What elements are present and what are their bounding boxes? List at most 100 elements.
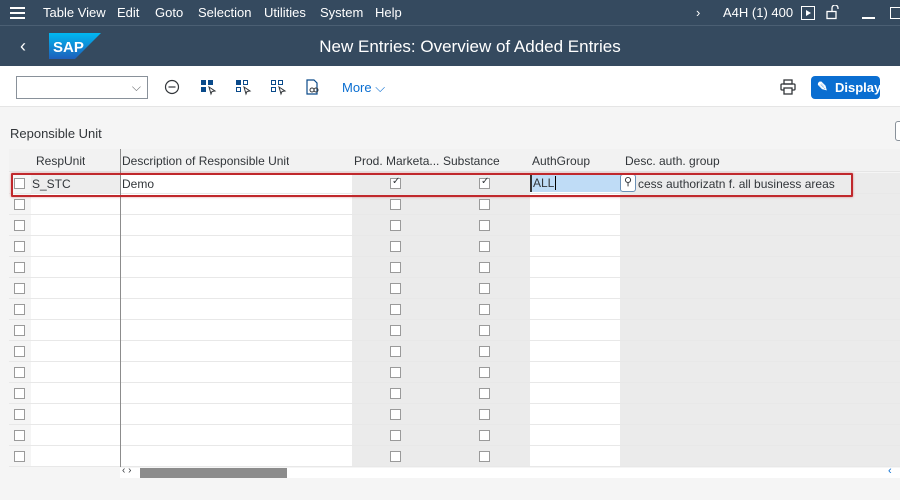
menu-help[interactable]: Help <box>375 5 402 20</box>
description-cell[interactable] <box>121 236 352 256</box>
description-cell[interactable] <box>121 278 352 298</box>
substance-checkbox[interactable] <box>479 304 490 315</box>
authgroup-cell[interactable] <box>530 194 620 214</box>
print-preview-icon[interactable] <box>304 78 322 96</box>
substance-checkbox[interactable] <box>479 430 490 441</box>
description-cell[interactable] <box>121 341 352 361</box>
description-cell[interactable] <box>121 320 352 340</box>
col-header-respunit[interactable]: RespUnit <box>36 154 85 168</box>
authgroup-cell[interactable] <box>530 425 620 445</box>
row-select-checkbox[interactable] <box>14 388 25 399</box>
select-block-icon[interactable] <box>234 78 252 96</box>
substance-checkbox[interactable] <box>479 220 490 231</box>
respunit-cell[interactable] <box>31 404 120 424</box>
prod-marketability-checkbox[interactable] <box>390 388 401 399</box>
scroll-left-right-icon[interactable]: ‹ › <box>122 465 131 476</box>
description-cell[interactable] <box>121 404 352 424</box>
row-select-checkbox[interactable] <box>14 430 25 441</box>
respunit-value[interactable]: S_STC <box>32 177 71 191</box>
substance-checkbox[interactable] <box>479 283 490 294</box>
respunit-cell[interactable] <box>31 278 120 298</box>
print-icon[interactable] <box>779 78 797 96</box>
unlock-icon[interactable] <box>826 5 840 20</box>
maximize-icon[interactable] <box>890 7 900 19</box>
description-cell[interactable] <box>121 173 352 193</box>
respunit-cell[interactable] <box>31 236 120 256</box>
action-dropdown[interactable]: ⌵ <box>16 76 148 99</box>
prod-marketability-checkbox[interactable] <box>390 304 401 315</box>
prod-marketability-checkbox[interactable] <box>390 241 401 252</box>
authgroup-cell[interactable] <box>530 446 620 466</box>
substance-checkbox[interactable] <box>479 262 490 273</box>
authgroup-cell[interactable] <box>530 299 620 319</box>
col-header-authgroup[interactable]: AuthGroup <box>532 154 590 168</box>
substance-checkbox[interactable] <box>479 199 490 210</box>
description-cell[interactable] <box>121 299 352 319</box>
substance-checkbox[interactable] <box>479 451 490 462</box>
col-header-desc-auth-group[interactable]: Desc. auth. group <box>625 154 720 168</box>
select-all-icon[interactable] <box>199 78 217 96</box>
substance-checkbox[interactable] <box>479 388 490 399</box>
prod-marketability-checkbox[interactable] <box>390 430 401 441</box>
authgroup-cell[interactable] <box>530 341 620 361</box>
table-settings-button[interactable] <box>895 121 900 141</box>
respunit-cell[interactable] <box>31 446 120 466</box>
prod-marketability-checkbox[interactable] <box>390 451 401 462</box>
respunit-cell[interactable] <box>31 362 120 382</box>
prod-marketability-checkbox[interactable] <box>390 409 401 420</box>
substance-checkbox[interactable] <box>479 367 490 378</box>
respunit-cell[interactable] <box>31 257 120 277</box>
delete-row-icon[interactable] <box>164 78 182 96</box>
chevron-right-icon[interactable]: › <box>696 5 700 20</box>
prod-marketability-checkbox[interactable] <box>390 176 401 189</box>
row-select-checkbox[interactable] <box>14 241 25 252</box>
authgroup-cell[interactable] <box>530 215 620 235</box>
description-cell[interactable] <box>121 425 352 445</box>
authgroup-cell[interactable] <box>530 257 620 277</box>
deselect-all-icon[interactable] <box>269 78 287 96</box>
authgroup-cell[interactable] <box>530 278 620 298</box>
col-header-prod-marketability[interactable]: Prod. Marketa... <box>354 154 439 168</box>
substance-checkbox[interactable] <box>479 409 490 420</box>
row-select-checkbox[interactable] <box>14 409 25 420</box>
description-cell[interactable] <box>121 215 352 235</box>
respunit-cell[interactable] <box>31 215 120 235</box>
col-header-substance[interactable]: Substance <box>443 154 500 168</box>
authgroup-cell[interactable] <box>530 320 620 340</box>
col-header-description[interactable]: Description of Responsible Unit <box>122 154 289 168</box>
row-select-checkbox[interactable] <box>14 346 25 357</box>
menu-table-view[interactable]: Table View <box>43 5 106 20</box>
prod-marketability-checkbox[interactable] <box>390 367 401 378</box>
scroll-left-icon[interactable]: ‹ <box>888 465 892 477</box>
authgroup-cell[interactable] <box>530 404 620 424</box>
respunit-cell[interactable] <box>31 425 120 445</box>
display-button[interactable]: ✎ Display <box>811 76 881 99</box>
prod-marketability-checkbox[interactable] <box>390 346 401 357</box>
row-select-checkbox[interactable] <box>14 178 25 189</box>
menu-utilities[interactable]: Utilities <box>264 5 306 20</box>
respunit-cell[interactable] <box>31 194 120 214</box>
substance-checkbox[interactable] <box>479 241 490 252</box>
row-select-checkbox[interactable] <box>14 304 25 315</box>
row-select-checkbox[interactable] <box>14 451 25 462</box>
prod-marketability-checkbox[interactable] <box>390 325 401 336</box>
respunit-cell[interactable] <box>31 299 120 319</box>
value-help-icon[interactable]: ⚲ <box>620 174 636 192</box>
description-cell[interactable] <box>121 362 352 382</box>
scrollbar-thumb[interactable] <box>140 468 287 478</box>
prod-marketability-checkbox[interactable] <box>390 283 401 294</box>
authgroup-cell[interactable] <box>530 236 620 256</box>
description-value[interactable]: Demo <box>122 177 154 191</box>
respunit-cell[interactable] <box>31 341 120 361</box>
prod-marketability-checkbox[interactable] <box>390 199 401 210</box>
more-button[interactable]: More ⌵ <box>342 80 385 96</box>
menu-system[interactable]: System <box>320 5 363 20</box>
row-select-checkbox[interactable] <box>14 325 25 336</box>
description-cell[interactable] <box>121 194 352 214</box>
horizontal-scrollbar[interactable]: ‹ › ‹ <box>120 465 900 478</box>
substance-checkbox[interactable] <box>479 176 490 189</box>
authgroup-cell[interactable] <box>530 362 620 382</box>
respunit-cell[interactable] <box>31 320 120 340</box>
description-cell[interactable] <box>121 257 352 277</box>
hamburger-menu-icon[interactable] <box>10 7 25 19</box>
